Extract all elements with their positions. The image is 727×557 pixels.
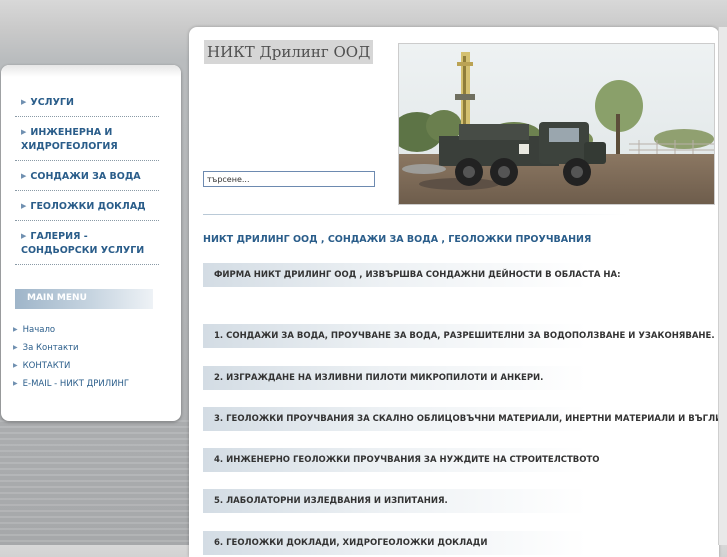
sidebar-top-gradient (1, 65, 181, 77)
sidebar-item-label: ГЕОЛОЖКИ ДОКЛАД (30, 201, 146, 212)
left-sidebar: ▶ УСЛУГИ ▶ ИНЖЕНЕРНА И ХИДРОГЕОЛОГИЯ ▶ СОНД… (1, 65, 181, 421)
menu-item-label: КОНТАКТИ (22, 361, 71, 371)
arrow-right-icon: ▶ (13, 344, 18, 351)
sidebar-item-label: ГАЛЕРИЯ - СОНДЬОРСКИ УСЛУГИ (21, 231, 145, 256)
background-stripes (0, 420, 190, 545)
sidebar-item-hydrogeology[interactable]: ▶ ИНЖЕНЕРНА И ХИДРОГЕОЛОГИЯ (15, 117, 159, 161)
main-menu-list: ▶ Начало ▶ За Контакти ▶ КОНТАКТИ ▶ E-MAIL -… (13, 321, 181, 393)
main-content: НИКТ Дрилинг ООД търсене... НИКТ ДРИЛИНГ… (189, 27, 727, 557)
sidebar-item-geology-report[interactable]: ▶ ГЕОЛОЖКИ ДОКЛАД (15, 191, 159, 221)
arrow-right-icon: ▶ (13, 326, 18, 333)
service-item-5: 5. ЛАБОЛАТОРНИ ИЗЛЕДВАНИЯ И ИЗПИТАНИЯ. (203, 489, 715, 513)
drilling-truck-image (399, 44, 714, 204)
arrow-right-icon: ▶ (21, 98, 27, 106)
arrow-right-icon: ▶ (21, 232, 27, 240)
page-title: НИКТ ДРИЛИНГ ООД , СОНДАЖИ ЗА ВОДА , ГЕО… (203, 234, 592, 245)
page-scrollbar[interactable] (718, 27, 727, 545)
sidebar-item-label: СОНДАЖИ ЗА ВОДА (30, 171, 141, 182)
service-item-4: 4. ИНЖЕНЕРНО ГЕОЛОЖКИ ПРОУЧВАНИЯ ЗА НУЖД… (203, 448, 715, 472)
menu-item-label: E-MAIL - НИКТ ДРИЛИНГ (22, 379, 130, 389)
menu-item-label: Начало (22, 325, 56, 335)
menu-item-email[interactable]: ▶ E-MAIL - НИКТ ДРИЛИНГ (13, 375, 181, 393)
arrow-right-icon: ▶ (13, 380, 18, 387)
arrow-right-icon: ▶ (21, 128, 27, 136)
menu-item-contacts[interactable]: ▶ За Контакти (13, 339, 181, 357)
search-input[interactable] (203, 171, 375, 187)
sidebar-item-water-drilling[interactable]: ▶ СОНДАЖИ ЗА ВОДА (15, 161, 159, 191)
service-item-6: 6. ГЕОЛОЖКИ ДОКЛАДИ, ХИДРОГЕОЛОЖКИ ДОКЛА… (203, 531, 715, 555)
service-item-3: 3. ГЕОЛОЖКИ ПРОУЧВАНИЯ ЗА СКАЛНО ОБЛИЦОВ… (203, 407, 727, 431)
menu-item-label: За Контакти (22, 343, 79, 353)
arrow-right-icon: ▶ (13, 362, 18, 369)
menu-item-contacts-upper[interactable]: ▶ КОНТАКТИ (13, 357, 181, 375)
intro-band: ФИРМА НИКТ ДРИЛИНГ ООД , ИЗВЪРШВА СОНДАЖ… (203, 263, 715, 287)
service-item-2: 2. ИЗГРАЖДАНЕ НА ИЗЛИВНИ ПИЛОТИ МИКРОПИЛ… (203, 366, 715, 390)
header-divider (203, 214, 628, 215)
service-item-1: 1. СОНДАЖИ ЗА ВОДА, ПРОУЧВАНЕ ЗА ВОДА, Р… (203, 324, 715, 348)
sidebar-item-uslugi[interactable]: ▶ УСЛУГИ (15, 87, 159, 117)
drilling-truck-photo (398, 43, 715, 205)
sidebar-item-gallery[interactable]: ▶ ГАЛЕРИЯ - СОНДЬОРСКИ УСЛУГИ (15, 221, 159, 265)
arrow-right-icon: ▶ (21, 202, 27, 210)
site-title[interactable]: НИКТ Дрилинг ООД (204, 40, 374, 64)
arrow-right-icon: ▶ (21, 172, 27, 180)
main-menu-heading: MAIN MENU (15, 289, 153, 309)
sidebar-item-label: УСЛУГИ (30, 97, 74, 108)
menu-item-home[interactable]: ▶ Начало (13, 321, 181, 339)
sidebar-item-label: ИНЖЕНЕРНА И ХИДРОГЕОЛОГИЯ (21, 127, 118, 152)
